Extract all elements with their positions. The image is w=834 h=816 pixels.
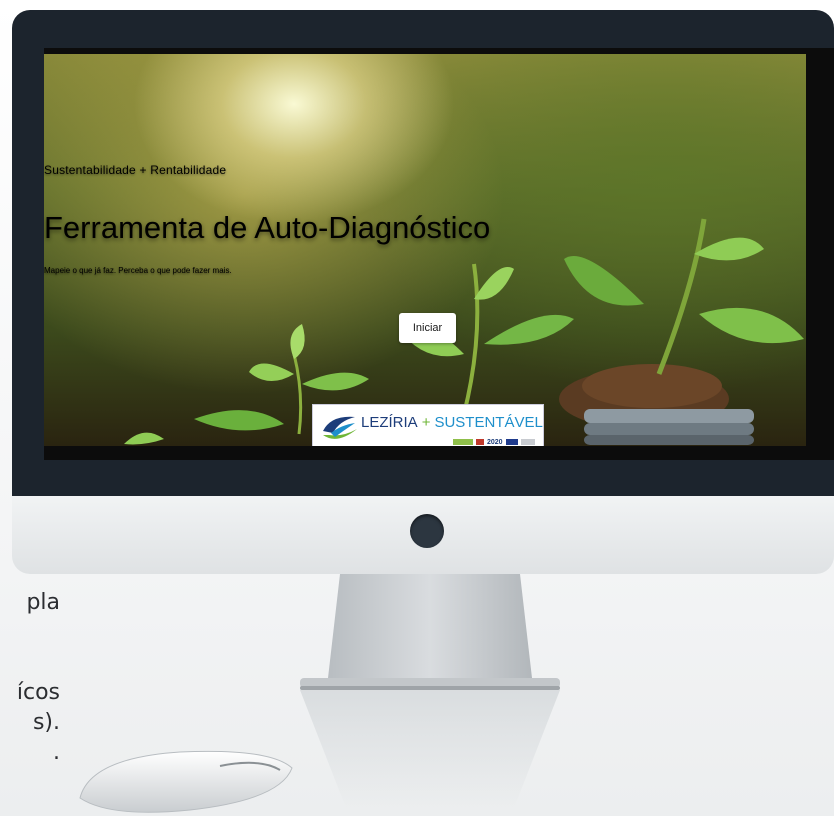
side-text-line: s). — [32, 710, 60, 735]
coin-stack-2 — [584, 423, 754, 435]
plant-stem — [462, 263, 480, 415]
magic-mouse — [79, 750, 293, 813]
logo-text-leziria: LEZÍRIA — [361, 414, 418, 431]
side-text-line: . — [53, 740, 60, 765]
monitor-screen: Sustentabilidade + Rentabilidade Ferrame… — [44, 48, 834, 460]
leaf — [564, 256, 644, 306]
partner-logos: 2020 — [453, 438, 535, 446]
leaf — [194, 410, 284, 431]
soil-top — [582, 364, 722, 408]
partner-logo-mark — [476, 439, 484, 445]
coin-stack-3 — [584, 435, 754, 445]
start-button[interactable]: Iniciar — [399, 313, 456, 343]
partner-logo-portugal2020: 2020 — [487, 438, 503, 446]
partner-logo-alentejo — [453, 439, 473, 445]
plant-stem — [292, 353, 303, 435]
monitor-logo-button — [410, 514, 444, 548]
side-text-line: pla — [26, 590, 60, 615]
page-side-text: pla ícos s). . — [0, 588, 60, 768]
logo-text-plus: + — [421, 414, 431, 431]
eu-flag-icon — [505, 439, 518, 445]
coin-stack-1 — [584, 409, 754, 423]
leziria-sustentavel-logo: LEZÍRIA + SUSTENTÁVEL 2020 — [312, 404, 544, 446]
hero-tagline: Sustentabilidade + Rentabilidade — [44, 163, 227, 177]
hero-headline: Ferramenta de Auto-Diagnóstico — [44, 210, 491, 245]
leaf — [484, 314, 574, 345]
logo-wordmark: LEZÍRIA + SUSTENTÁVEL — [361, 414, 543, 431]
leaf — [302, 372, 369, 391]
hero-subtitle: Mapeie o que já faz. Perceba o que pode … — [44, 266, 232, 275]
leaf — [699, 307, 804, 344]
hero-background-image — [124, 218, 804, 446]
leaf — [124, 432, 164, 445]
logo-text-sustentavel: SUSTENTÁVEL — [434, 414, 543, 431]
monitor-stand — [300, 574, 560, 690]
hero-section: Sustentabilidade + Rentabilidade Ferrame… — [44, 54, 806, 446]
stand-reflection — [300, 690, 560, 810]
leaf — [249, 363, 294, 382]
partner-logo-fund — [520, 439, 535, 445]
monitor: Sustentabilidade + Rentabilidade Ferrame… — [12, 10, 834, 574]
side-text-line: ícos — [16, 680, 60, 705]
leaf — [290, 324, 305, 359]
leziria-swoosh-icon — [323, 416, 357, 439]
